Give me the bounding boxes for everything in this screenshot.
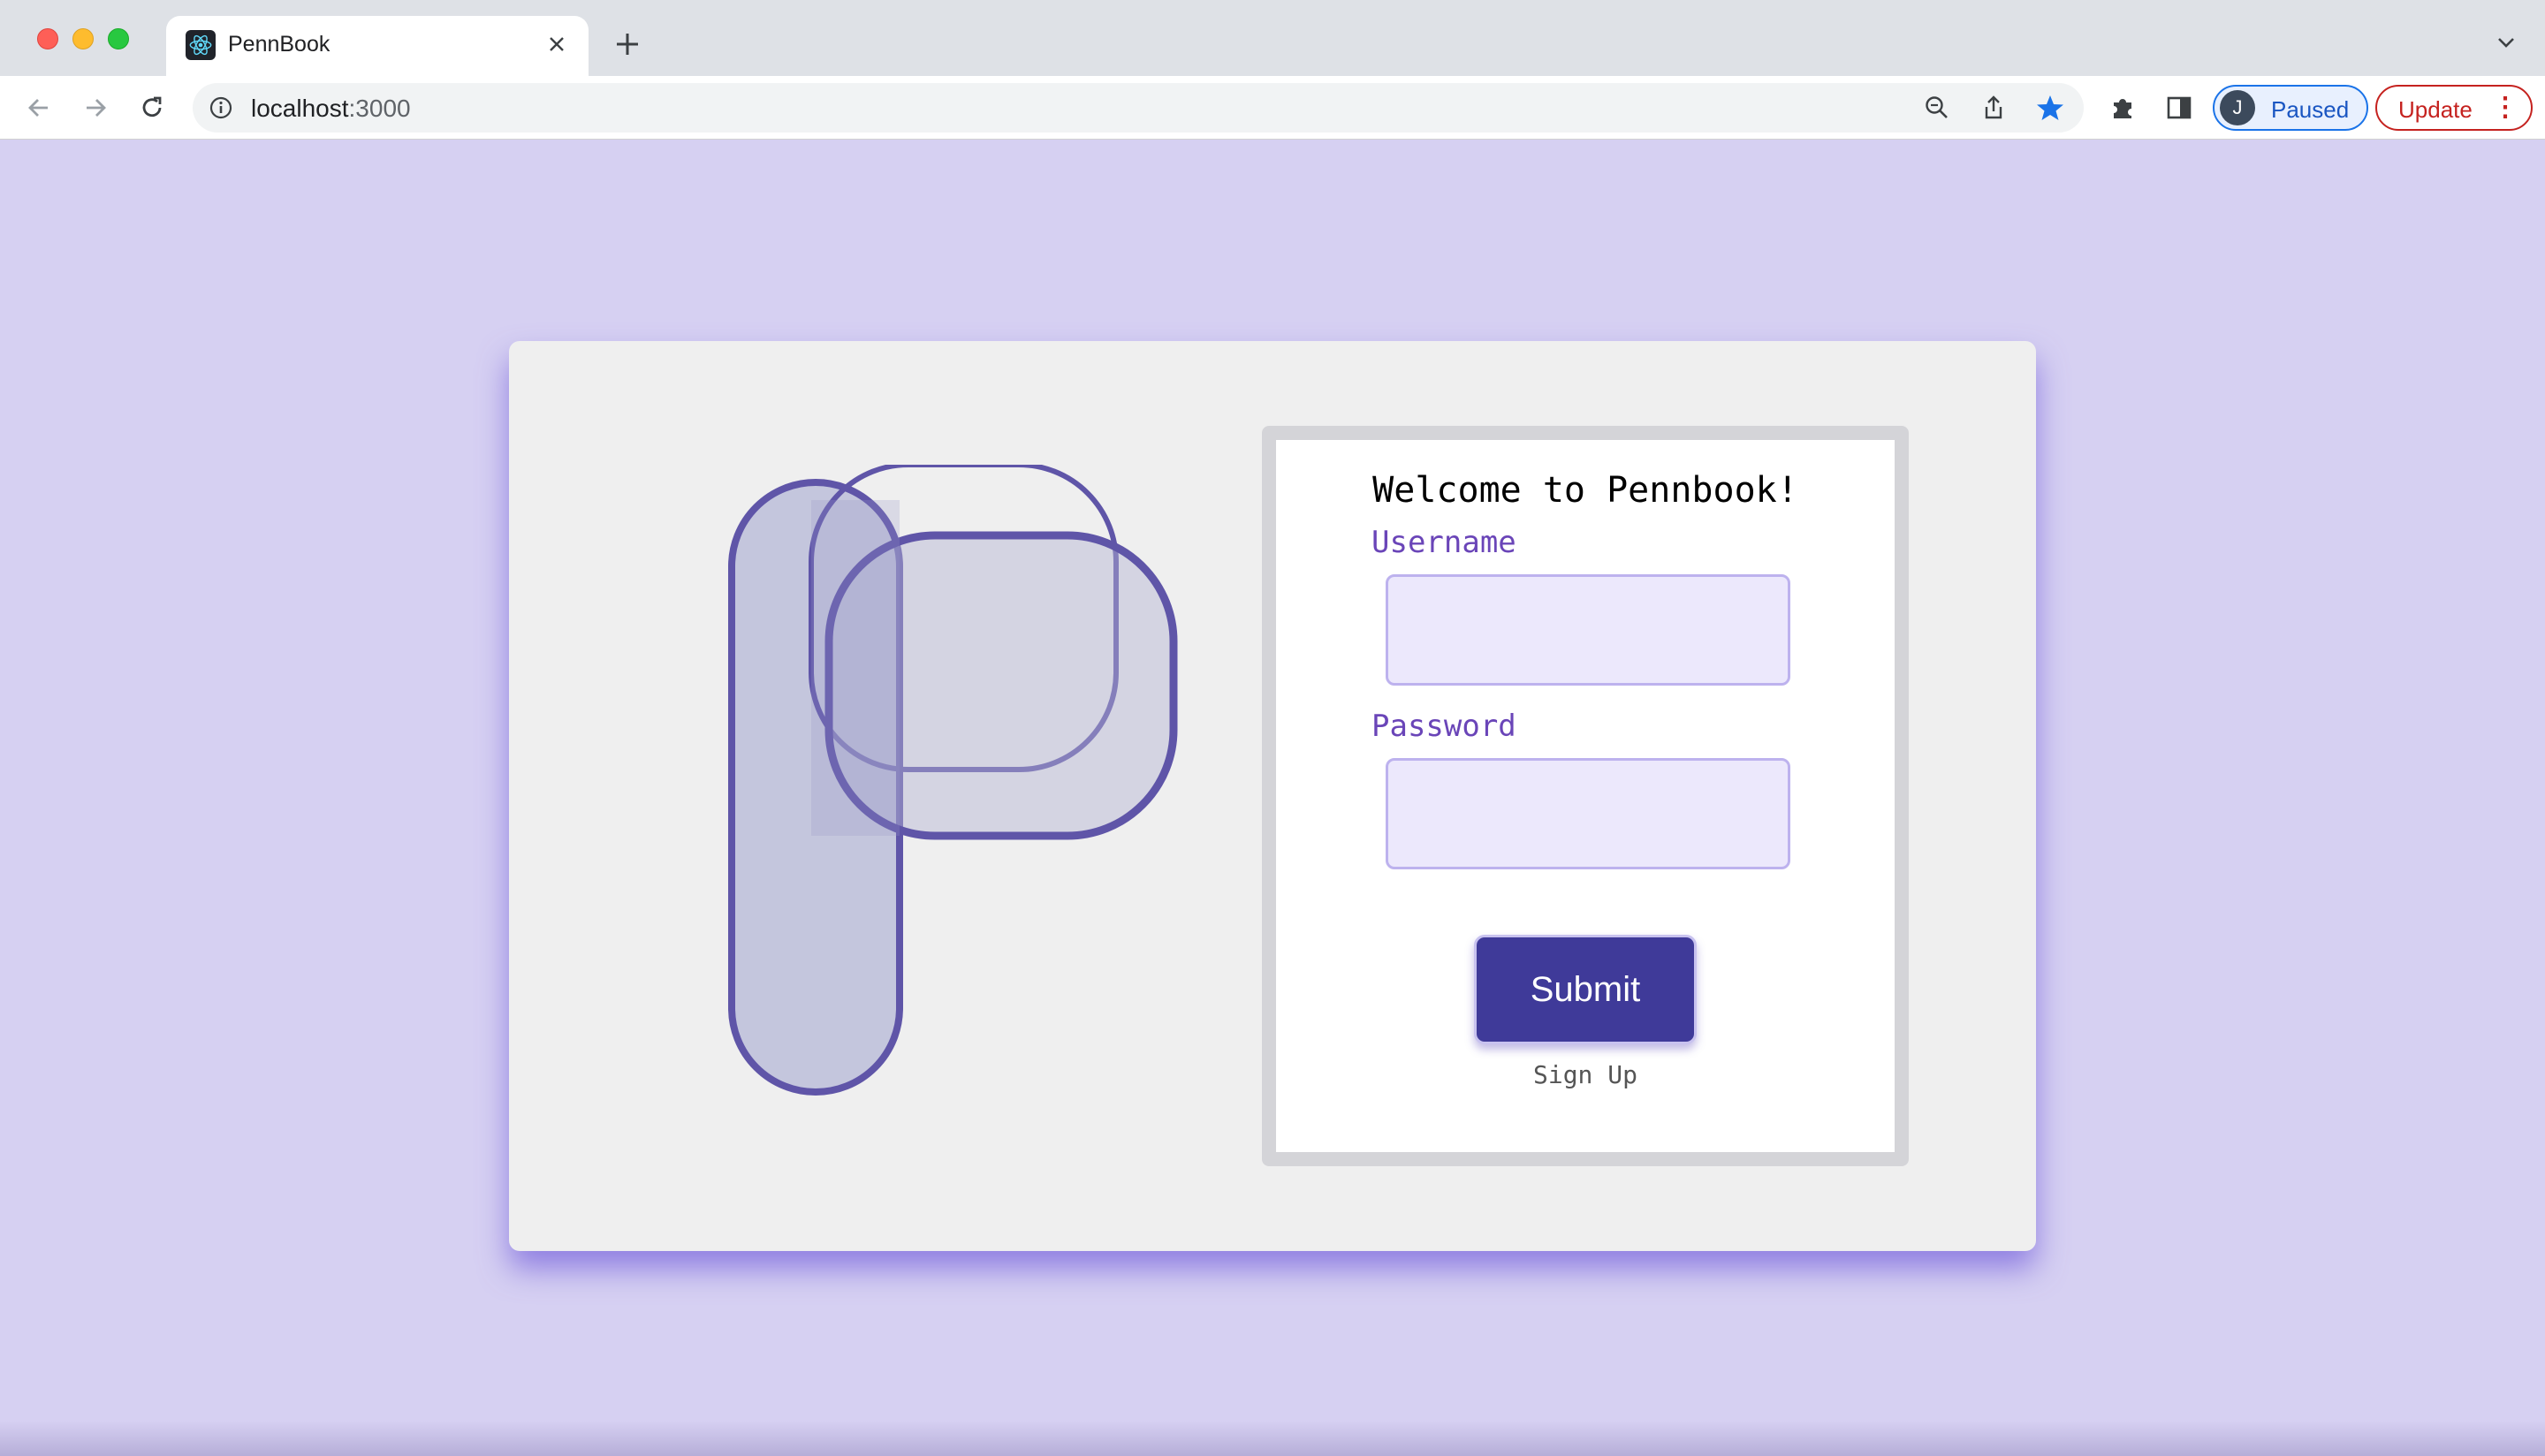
- bookmark-star-icon[interactable]: [2034, 92, 2066, 124]
- forward-arrow-icon[interactable]: [74, 87, 117, 129]
- zoom-icon[interactable]: [1921, 92, 1953, 124]
- tab-strip: PennBook: [0, 0, 2545, 76]
- extensions-puzzle-icon[interactable]: [2103, 88, 2142, 127]
- close-window-button[interactable]: [37, 28, 58, 49]
- tab-search-chevron-icon[interactable]: [2492, 28, 2520, 57]
- minimize-window-button[interactable]: [72, 28, 94, 49]
- browser-toolbar: localhost:3000 J Paused Update ⋮: [0, 76, 2545, 140]
- update-label: Update: [2398, 96, 2473, 123]
- tab-title: PennBook: [228, 32, 330, 57]
- back-arrow-icon[interactable]: [18, 87, 60, 129]
- reload-icon[interactable]: [131, 87, 173, 129]
- address-bar[interactable]: localhost:3000: [193, 83, 2084, 133]
- password-label: Password: [1371, 709, 1516, 744]
- password-input[interactable]: [1386, 758, 1790, 869]
- login-form: Welcome to Pennbook! Username Password S…: [1276, 440, 1895, 1152]
- maximize-window-button[interactable]: [108, 28, 129, 49]
- update-button[interactable]: Update ⋮: [2375, 85, 2533, 131]
- profile-status: Paused: [2271, 96, 2350, 123]
- side-panel-icon[interactable]: [2160, 88, 2199, 127]
- site-info-icon[interactable]: [207, 94, 235, 122]
- close-tab-icon[interactable]: [541, 28, 573, 60]
- url-text: localhost:3000: [251, 95, 411, 122]
- react-icon: [186, 30, 216, 60]
- more-vert-icon: ⋮: [2492, 93, 2518, 122]
- page-content: Welcome to Pennbook! Username Password S…: [0, 140, 2545, 1456]
- browser-window: PennBook localhost:3000 J Paused Update …: [0, 0, 2545, 1456]
- new-tab-button[interactable]: [608, 25, 647, 64]
- profile-button[interactable]: J Paused: [2213, 85, 2368, 131]
- share-icon[interactable]: [1978, 92, 2009, 124]
- sign-up-link[interactable]: Sign Up: [1276, 1060, 1895, 1089]
- username-label: Username: [1371, 525, 1516, 560]
- bottom-edge-shadow: [0, 1421, 2545, 1456]
- welcome-heading: Welcome to Pennbook!: [1372, 470, 1798, 511]
- login-card: Welcome to Pennbook! Username Password S…: [509, 341, 2036, 1251]
- submit-button[interactable]: Submit: [1474, 935, 1697, 1044]
- tab-pennbook[interactable]: PennBook: [166, 16, 589, 76]
- avatar: J: [2220, 90, 2255, 125]
- pennbook-logo: [728, 465, 1178, 1096]
- username-input[interactable]: [1386, 574, 1790, 686]
- login-form-frame: Welcome to Pennbook! Username Password S…: [1262, 426, 1909, 1166]
